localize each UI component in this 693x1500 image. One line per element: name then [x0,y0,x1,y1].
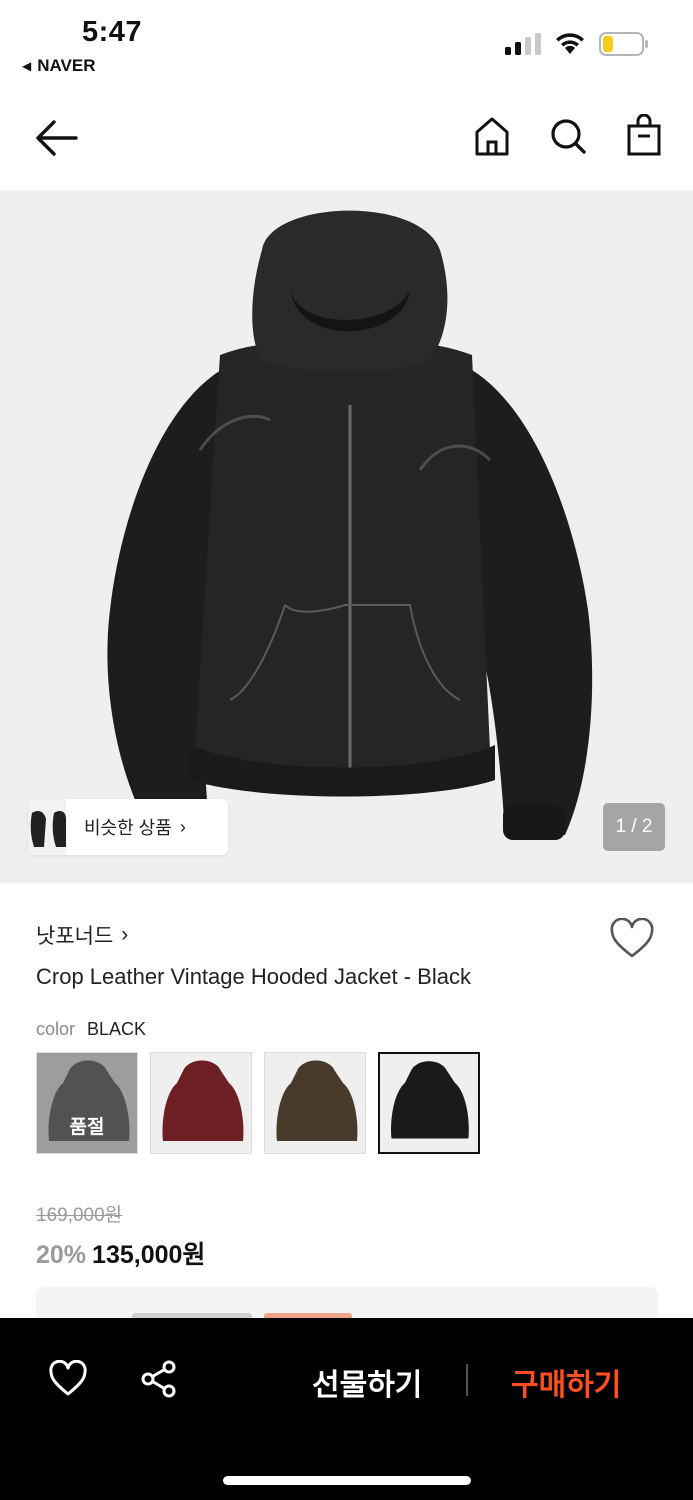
similar-products-button[interactable]: 비슷한 상품 › [28,799,228,855]
product-image-gallery[interactable]: 비슷한 상품 › 1 / 2 [0,190,693,883]
battery-icon [599,32,648,56]
similar-product-thumbnail [28,799,66,855]
image-page-indicator: 1 / 2 [603,803,665,851]
chevron-right-icon: › [179,816,186,837]
color-swatch-burgundy[interactable] [150,1052,252,1154]
cellular-signal-icon [505,33,541,55]
original-price: 169,000원 [36,1205,123,1226]
price-row: 20% 135,000원 [36,1235,205,1271]
nav-actions [473,113,663,158]
similar-products-label: 비슷한 상품 [84,818,172,838]
home-indicator[interactable] [223,1476,471,1485]
status-time: 5:47 [82,16,143,48]
back-triangle-icon: ◀ [22,59,32,73]
jacket-product-image [107,210,593,840]
color-selection-label: color BLACK [36,1019,146,1040]
color-swatch-list: 품절 [36,1052,480,1154]
color-swatch-gray[interactable]: 품절 [36,1052,138,1154]
home-icon[interactable] [473,114,511,158]
search-icon[interactable] [549,114,587,158]
wishlist-heart-icon[interactable] [609,918,655,960]
bottom-action-bar: 선물하기 구매하기 [0,1318,693,1500]
heart-icon[interactable] [48,1360,88,1398]
gift-button[interactable]: 선물하기 [312,1360,422,1404]
back-app-label: NAVER [37,56,96,75]
selected-color-value: BLACK [87,1019,147,1039]
sale-price: 135,000원 [92,1241,206,1269]
button-divider [466,1364,468,1396]
color-swatch-brown[interactable] [264,1052,366,1154]
brand-name: 낫포너드 [36,925,114,948]
product-title: Crop Leather Vintage Hooded Jacket - Bla… [36,964,471,989]
sold-out-label: 품절 [37,1053,137,1153]
chevron-right-icon: › [121,923,129,946]
discount-rate: 20% [36,1241,87,1269]
back-arrow-icon[interactable] [34,118,80,158]
brand-link[interactable]: 낫포너드 › [36,920,128,950]
share-icon[interactable] [140,1360,178,1398]
buy-button[interactable]: 구매하기 [511,1360,621,1404]
shopping-bag-icon[interactable] [625,113,663,158]
back-to-app-link[interactable]: ◀ NAVER [22,56,95,76]
color-label: color [36,1019,76,1039]
system-icons [505,32,649,56]
status-bar: 5:47 ◀ NAVER [0,0,693,92]
color-swatch-black[interactable] [378,1052,480,1154]
top-navigation [0,92,693,190]
wifi-icon [556,33,584,54]
